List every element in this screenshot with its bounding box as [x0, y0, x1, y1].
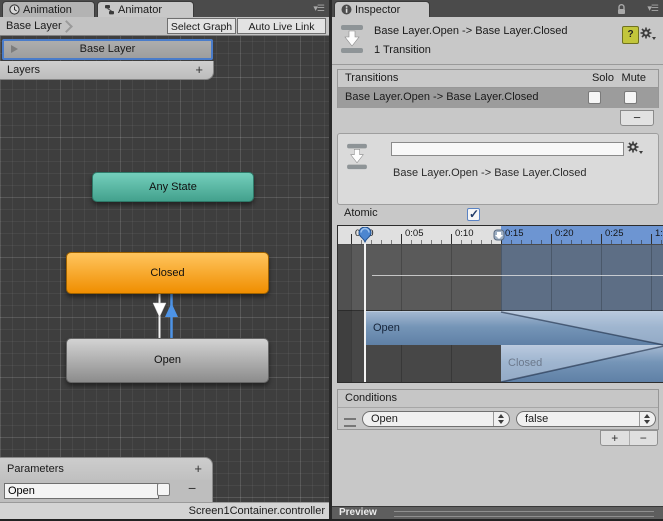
gear-dropdown-arrow-icon	[652, 37, 656, 40]
preview-splitter-handle[interactable]	[394, 511, 654, 517]
unity-editor-window: Any State Closed Open Animation Animator	[0, 0, 663, 521]
ruler-tick-label: 0:25	[605, 228, 624, 239]
track-bar-closed[interactable]: Closed	[501, 345, 663, 382]
conditions-label: Conditions	[345, 392, 397, 404]
animator-icon	[105, 5, 114, 15]
transitions-section-header: Transitions Solo Mute	[337, 69, 659, 88]
add-condition-button[interactable]: +	[601, 431, 630, 445]
timeline-ruler[interactable]: 0:000:050:100:150:200:251:00	[338, 226, 663, 245]
timeline-left-gutter	[338, 245, 352, 382]
transition-detail-box: Base Layer.Open -> Base Layer.Closed	[337, 133, 659, 205]
breadcrumb[interactable]: Base Layer	[6, 20, 62, 32]
ruler-tick-label: 0:10	[455, 228, 474, 239]
blend-curve-line	[372, 275, 663, 276]
parameter-name-input[interactable]	[4, 483, 159, 499]
controller-path-label: Screen1Container.controller	[188, 505, 325, 517]
parameters-header-label: Parameters	[7, 463, 64, 475]
layer-expand-icon[interactable]	[11, 45, 18, 53]
gear-icon[interactable]	[626, 140, 644, 156]
transition-list-row[interactable]: Base Layer.Open -> Base Layer.Closed	[337, 88, 659, 108]
mute-checkbox[interactable]	[624, 91, 637, 104]
ruler-tick-label: 1:00	[655, 228, 663, 239]
dropdown-stepper-icon	[639, 412, 655, 426]
transition-name-input[interactable]	[391, 142, 624, 156]
ruler-highlight	[501, 226, 663, 244]
ruler-tick-label: 0:15	[505, 228, 524, 239]
add-parameter-button[interactable]: +	[194, 458, 202, 480]
atomic-label: Atomic	[344, 207, 378, 219]
transition-title: Base Layer.Open -> Base Layer.Closed	[374, 25, 568, 37]
gear-icon[interactable]	[639, 26, 657, 42]
transition-timeline[interactable]: Open Closed 0:000:050:100:150:200:251:00	[337, 225, 663, 383]
state-node-any-state[interactable]: Any State	[92, 172, 254, 202]
transition-detail-label: Base Layer.Open -> Base Layer.Closed	[393, 167, 587, 179]
condition-parameter-dropdown[interactable]: Open	[362, 411, 510, 427]
tab-animation[interactable]: Animation	[2, 1, 95, 17]
add-layer-button[interactable]: +	[195, 61, 203, 79]
tab-animator[interactable]: Animator	[97, 1, 194, 17]
tab-animation-label: Animation	[23, 3, 72, 16]
lock-icon[interactable]	[616, 3, 627, 15]
transition-count: 1 Transition	[374, 44, 431, 56]
inspector-tabstrip: Inspector ▾☰	[332, 0, 663, 17]
parameter-row-open: −	[0, 480, 213, 502]
conditions-add-remove: + −	[600, 430, 658, 446]
track-bar-open-label: Open	[373, 322, 400, 334]
state-node-open[interactable]: Open	[66, 338, 269, 383]
condition-parameter-value: Open	[371, 413, 398, 425]
tab-inspector-label: Inspector	[355, 3, 401, 16]
layers-header[interactable]: Layers +	[0, 61, 214, 80]
animator-toolbar: Base Layer Select Graph Auto Live Link	[0, 17, 329, 36]
transition-icon	[347, 143, 367, 170]
preview-bar[interactable]: Preview	[332, 506, 663, 519]
select-graph-button[interactable]: Select Graph	[167, 18, 236, 34]
clock-icon	[9, 4, 20, 15]
mute-column-label: Mute	[621, 72, 646, 84]
preview-label: Preview	[339, 507, 377, 518]
header-divider	[332, 64, 663, 65]
transition-row-label: Base Layer.Open -> Base Layer.Closed	[345, 91, 539, 103]
solo-column-label: Solo	[591, 72, 614, 84]
remove-condition-button[interactable]: −	[630, 431, 658, 445]
atomic-checkbox[interactable]	[467, 207, 480, 221]
left-tabstrip: Animation Animator ▾☰	[0, 0, 329, 17]
condition-value: false	[525, 413, 549, 425]
controller-status-bar: Screen1Container.controller	[0, 502, 329, 519]
inspector-menu-icon[interactable]: ▾☰	[647, 3, 659, 14]
help-icon[interactable]: ?	[622, 26, 639, 44]
track-bar-closed-label: Closed	[508, 357, 543, 369]
condition-drag-handle-icon[interactable]	[344, 418, 356, 427]
dropdown-stepper-icon	[493, 412, 509, 426]
solo-checkbox[interactable]	[588, 91, 601, 104]
conditions-header: Conditions	[338, 390, 658, 408]
layer-row-base-layer[interactable]: Base Layer	[2, 39, 213, 60]
breadcrumb-chevron-icon	[60, 20, 73, 33]
animator-pane: Any State Closed Open Animation Animator	[0, 0, 329, 521]
pane-menu-icon[interactable]: ▾☰	[313, 3, 325, 14]
tab-inspector[interactable]: Inspector	[334, 1, 430, 17]
inspector-pane: Inspector ▾☰ Base Layer.Open -> Base Lay…	[332, 0, 663, 521]
parameters-header[interactable]: Parameters +	[0, 457, 213, 480]
conditions-section: Conditions Open false	[337, 389, 659, 430]
timeline-grid-column	[351, 245, 352, 382]
playhead-handle-icon[interactable]	[357, 227, 373, 245]
remove-parameter-button[interactable]: −	[188, 480, 196, 496]
ruler-tick-label: 0:05	[405, 228, 424, 239]
layer-row-label: Base Layer	[79, 43, 136, 55]
transition-icon	[341, 25, 363, 53]
transitions-label: Transitions	[345, 72, 399, 84]
tab-animator-label: Animator	[118, 3, 163, 16]
state-node-closed[interactable]: Closed	[66, 252, 269, 294]
track-bar-open[interactable]: Open	[365, 311, 663, 345]
parameter-bool-checkbox[interactable]	[157, 483, 170, 496]
auto-live-link-toggle[interactable]: Auto Live Link	[237, 18, 326, 34]
info-icon	[341, 4, 352, 15]
condition-value-dropdown[interactable]: false	[516, 411, 656, 427]
playhead-line[interactable]	[364, 241, 366, 382]
layers-header-label: Layers	[7, 64, 41, 76]
transition-marker-icon[interactable]	[493, 228, 506, 243]
ruler-tick-label: 0:20	[555, 228, 574, 239]
remove-transition-button[interactable]: −	[620, 110, 654, 126]
